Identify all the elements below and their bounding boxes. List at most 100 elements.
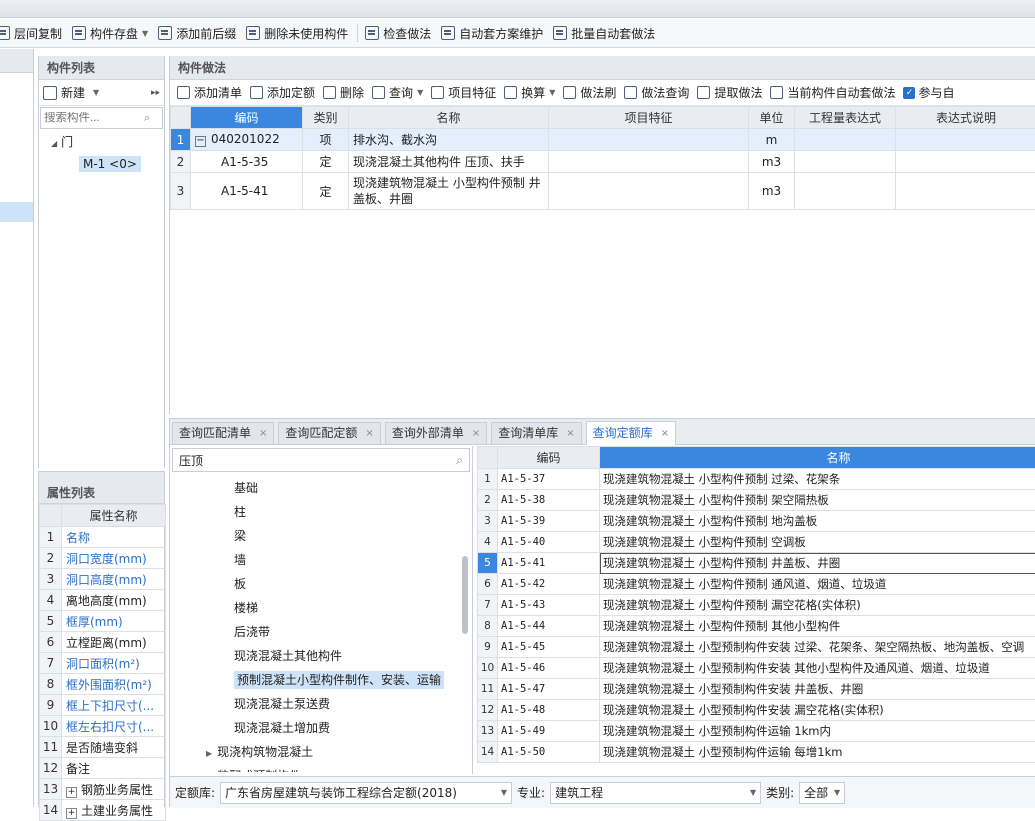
collapse-minus-icon[interactable]: − (195, 136, 206, 147)
quota-name[interactable]: 现浇建筑物混凝土 小型构件预制 通风道、烟道、垃圾道 (600, 574, 1035, 595)
method-expr[interactable] (795, 173, 896, 210)
property-row[interactable]: 3洞口高度(mm) (40, 569, 166, 590)
quota-name[interactable]: 现浇建筑物混凝土 小型预制构件运输 每增1km (600, 742, 1035, 763)
quota-code[interactable]: A1-5-43 (498, 595, 600, 616)
quota-code[interactable]: A1-5-37 (498, 469, 600, 490)
new-button[interactable]: 新建 ▼ ▸▸ (39, 80, 164, 106)
quota-code[interactable]: A1-5-46 (498, 658, 600, 679)
query-tab-3[interactable]: 查询清单库× (491, 422, 581, 444)
close-icon[interactable]: × (472, 423, 480, 444)
quota-name[interactable]: 现浇建筑物混凝土 小型预制构件安装 井盖板、井圈 (600, 679, 1035, 700)
method-name[interactable]: 现浇建筑物混凝土 小型构件预制 井盖板、井圈 (349, 173, 549, 210)
component-search-input[interactable] (44, 112, 144, 124)
quota-code[interactable]: A1-5-45 (498, 637, 600, 658)
query-tab-0[interactable]: 查询匹配清单× (172, 422, 274, 444)
query-tree-item[interactable]: 预制混凝土小型构件制作、安装、运输 (170, 668, 472, 692)
method-header-1[interactable]: 类别 (303, 107, 349, 129)
property-row[interactable]: 4离地高度(mm) (40, 590, 166, 611)
extract-method-button[interactable]: 提取做法 (694, 84, 767, 101)
method-header-5[interactable]: 工程量表达式 (795, 107, 896, 129)
method-name[interactable]: 现浇混凝土其他构件 压顶、扶手 (349, 151, 549, 173)
copy-floor-button[interactable]: 层间复制 (0, 22, 68, 44)
property-row[interactable]: 14+土建业务属性 (40, 800, 166, 821)
convert-button[interactable]: 换算▼ (501, 84, 560, 101)
add-prefix-button[interactable]: 添加前后缀 (154, 22, 242, 44)
query-tree-item[interactable]: ▶装配式预制构件 (170, 764, 472, 772)
method-expr[interactable] (795, 129, 896, 151)
property-row[interactable]: 13+钢筋业务属性 (40, 779, 166, 800)
quota-code[interactable]: A1-5-44 (498, 616, 600, 637)
quota-row[interactable]: 4A1-5-40现浇建筑物混凝土 小型构件预制 空调板 (478, 532, 1035, 553)
quota-row[interactable]: 13A1-5-49现浇建筑物混凝土 小型预制构件运输 1km内 (478, 721, 1035, 742)
auto-scheme-button[interactable]: 自动套方案维护 (437, 22, 549, 44)
search-icon[interactable]: ⌕ (456, 453, 463, 468)
quota-code[interactable]: A1-5-48 (498, 700, 600, 721)
method-brush-button[interactable]: 做法刷 (560, 84, 621, 101)
quota-name[interactable]: 现浇建筑物混凝土 小型预制构件运输 1km内 (600, 721, 1035, 742)
quota-code[interactable]: A1-5-42 (498, 574, 600, 595)
query-tree-item[interactable]: 板 (170, 572, 472, 596)
method-expr-desc[interactable] (896, 151, 1035, 173)
quota-name[interactable]: 现浇建筑物混凝土 小型预制构件安装 过梁、花架条、架空隔热板、地沟盖板、空调 (600, 637, 1035, 658)
method-type[interactable]: 定 (303, 173, 349, 210)
query-search-input[interactable]: 压顶 (179, 452, 203, 469)
quota-row[interactable]: 8A1-5-44现浇建筑物混凝土 小型构件预制 其他小型构件 (478, 616, 1035, 637)
method-code[interactable]: A1-5-41 (191, 173, 303, 210)
add-list-button[interactable]: 添加清单 (174, 84, 247, 101)
method-row[interactable]: 3A1-5-41定现浇建筑物混凝土 小型构件预制 井盖板、井圈m3 (171, 173, 1035, 210)
category-select[interactable]: 全部▼ (799, 782, 845, 804)
query-tab-2[interactable]: 查询外部清单× (385, 422, 487, 444)
quota-code[interactable]: A1-5-41 (498, 553, 600, 574)
query-tree-item[interactable]: 梁 (170, 524, 472, 548)
tree-node-door[interactable]: ◢门 (39, 130, 164, 154)
query-tree-item[interactable]: 墙 (170, 548, 472, 572)
collapse-icon[interactable]: ◢ (51, 139, 57, 148)
tree-scrollbar[interactable] (462, 556, 468, 634)
method-expr[interactable] (795, 151, 896, 173)
nav-selected-item[interactable] (0, 202, 33, 222)
major-select[interactable]: 建筑工程▼ (550, 782, 761, 804)
quota-row[interactable]: 11A1-5-47现浇建筑物混凝土 小型预制构件安装 井盖板、井圈 (478, 679, 1035, 700)
quota-name[interactable]: 现浇建筑物混凝土 小型构件预制 漏空花格(实体积) (600, 595, 1035, 616)
method-row[interactable]: 2A1-5-35定现浇混凝土其他构件 压顶、扶手m3 (171, 151, 1035, 173)
property-row[interactable]: 7洞口面积(m²) (40, 653, 166, 674)
quota-code[interactable]: A1-5-47 (498, 679, 600, 700)
property-row[interactable]: 1名称 (40, 527, 166, 548)
method-header-3[interactable]: 项目特征 (549, 107, 749, 129)
property-row[interactable]: 11是否随墙变斜 (40, 737, 166, 758)
expand-icon[interactable]: ▸▸ (151, 88, 160, 98)
quota-row[interactable]: 2A1-5-38现浇建筑物混凝土 小型构件预制 架空隔热板 (478, 490, 1035, 511)
delete-button[interactable]: 删除 (320, 84, 369, 101)
batch-auto-button[interactable]: 批量自动套做法 (549, 22, 661, 44)
item-feature-button[interactable]: 项目特征 (428, 84, 501, 101)
query-tree-item[interactable]: 现浇混凝土其他构件 (170, 644, 472, 668)
query-tree-item[interactable]: 后浇带 (170, 620, 472, 644)
method-feature[interactable] (549, 151, 749, 173)
close-icon[interactable]: × (259, 423, 267, 444)
query-tree-item[interactable]: 楼梯 (170, 596, 472, 620)
method-feature[interactable] (549, 173, 749, 210)
close-icon[interactable]: × (566, 423, 574, 444)
property-row[interactable]: 12备注 (40, 758, 166, 779)
quota-name[interactable]: 现浇建筑物混凝土 小型构件预制 其他小型构件 (600, 616, 1035, 637)
property-row[interactable]: 6立樘距离(mm) (40, 632, 166, 653)
expand-plus-icon[interactable]: + (66, 808, 77, 819)
quota-code[interactable]: A1-5-50 (498, 742, 600, 763)
quota-row[interactable]: 10A1-5-46现浇建筑物混凝土 小型预制构件安装 其他小型构件及通风道、烟道… (478, 658, 1035, 679)
save-component-button[interactable]: 构件存盘▼ (68, 22, 154, 44)
quota-row[interactable]: 14A1-5-50现浇建筑物混凝土 小型预制构件运输 每增1km (478, 742, 1035, 763)
close-icon[interactable]: × (661, 423, 669, 444)
quota-row[interactable]: 1A1-5-37现浇建筑物混凝土 小型构件预制 过梁、花架条 (478, 469, 1035, 490)
property-row[interactable]: 5框厚(mm) (40, 611, 166, 632)
method-name[interactable]: 排水沟、截水沟 (349, 129, 549, 151)
method-feature[interactable] (549, 129, 749, 151)
method-unit[interactable]: m3 (749, 173, 795, 210)
method-header-2[interactable]: 名称 (349, 107, 549, 129)
search-icon[interactable]: ⌕ (144, 111, 150, 125)
method-header-0[interactable]: 编码 (191, 107, 303, 129)
quota-row[interactable]: 9A1-5-45现浇建筑物混凝土 小型预制构件安装 过梁、花架条、架空隔热板、地… (478, 637, 1035, 658)
quota-name[interactable]: 现浇建筑物混凝土 小型构件预制 过梁、花架条 (600, 469, 1035, 490)
tree-node-m1[interactable]: M-1 <0> (79, 156, 141, 172)
quota-row[interactable]: 12A1-5-48现浇建筑物混凝土 小型预制构件安装 漏空花格(实体积) (478, 700, 1035, 721)
quota-code[interactable]: A1-5-40 (498, 532, 600, 553)
